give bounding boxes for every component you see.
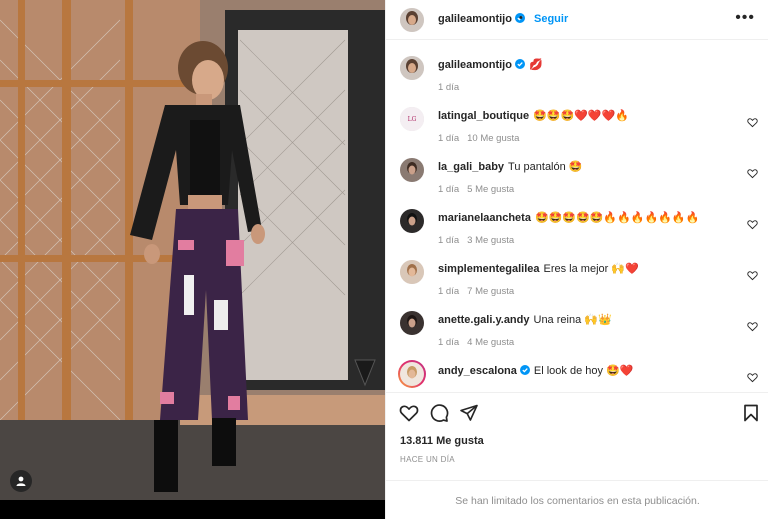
comment-username[interactable]: marianelaancheta [438,212,531,224]
caption-body: 💋 [528,59,543,71]
comment-text: simplementegalilea Eres la mejor 🙌❤️ [438,263,738,276]
post-header: galileamontijo • Seguir ••• [386,0,768,40]
comment-username[interactable]: simplementegalilea [438,263,540,275]
like-comment-heart-icon[interactable] [747,219,758,230]
post-details-panel: galileamontijo • Seguir ••• galileamonti… [385,0,768,519]
comment-likes[interactable]: 4 Me gusta [467,337,514,348]
comment-text: latingal_boutique 🤩🤩🤩❤️❤️❤️🔥 [438,110,738,123]
comment-item: andy_escalona El look de hoy 🤩❤️ [398,360,760,391]
comment-body: Una reina 🙌👑 [533,314,612,326]
comment-item: LG latingal_boutique 🤩🤩🤩❤️❤️❤️🔥 1 día 10 M… [400,107,760,155]
comment-time[interactable]: 1 día [438,184,459,195]
commenter-avatar[interactable] [400,260,424,284]
commenter-avatar[interactable] [400,311,424,335]
share-send-icon[interactable] [459,403,479,423]
comment-time[interactable]: 1 día [438,133,459,144]
comment-body: El look de hoy 🤩❤️ [533,365,634,377]
like-comment-heart-icon[interactable] [747,321,758,332]
verified-badge-icon [514,59,525,69]
comments-list[interactable]: galileamontijo 💋 1 día LG latingal_boutiq… [386,41,768,391]
svg-text:LG: LG [408,116,417,123]
save-bookmark-icon[interactable] [741,403,761,423]
comment-likes[interactable]: 10 Me gusta [467,133,519,144]
user-icon [16,476,26,486]
comment-body: Tu pantalón 🤩 [508,161,583,173]
likes-count[interactable]: 13.811 Me gusta [400,435,484,447]
post-actions: 13.811 Me gusta HACE UN DÍA [386,392,768,482]
comment-bubble-icon[interactable] [429,403,449,423]
comments-limited-notice: Se han limitado los comentarios en esta … [386,480,768,519]
comment-body: Eres la mejor 🙌❤️ [543,263,639,275]
comment-time[interactable]: 1 día [438,235,459,246]
author-username[interactable]: galileamontijo [438,13,525,25]
post-photo[interactable] [0,0,385,519]
comment-meta: 1 día 5 Me gusta [438,184,514,195]
comment-meta: 1 día 7 Me gusta [438,286,514,297]
like-comment-heart-icon[interactable] [747,168,758,179]
comment-likes[interactable]: 5 Me gusta [467,184,514,195]
follow-button[interactable]: Seguir [534,13,568,25]
verified-badge-icon [519,365,530,375]
comment-text: andy_escalona El look de hoy 🤩❤️ [438,365,738,378]
comment-item: marianelaancheta 🤩🤩🤩🤩🤩🔥🔥🔥🔥🔥🔥🔥 1 día 3 Me g… [400,209,760,257]
comment-likes[interactable]: 3 Me gusta [467,235,514,246]
commenter-avatar[interactable]: LG [400,107,424,131]
comment-text: la_gali_baby Tu pantalón 🤩 [438,161,738,174]
comment-text: anette.gali.y.andy Una reina 🙌👑 [438,314,738,327]
like-comment-heart-icon[interactable] [747,372,758,383]
separator-dot: • [519,12,523,24]
comment-time[interactable]: 1 día [438,286,459,297]
like-heart-icon[interactable] [399,403,419,423]
comment-meta: 1 día 4 Me gusta [438,337,514,348]
commenter-avatar[interactable] [400,209,424,233]
comment-item: simplementegalilea Eres la mejor 🙌❤️ 1 dí… [400,260,760,308]
commenter-avatar-story-ring[interactable] [398,360,426,388]
comment-item: la_gali_baby Tu pantalón 🤩 1 día 5 Me gust… [400,158,760,206]
comment-likes[interactable]: 7 Me gusta [467,286,514,297]
caption-meta: 1 día [438,82,459,93]
commenter-avatar[interactable] [400,158,424,182]
like-comment-heart-icon[interactable] [747,117,758,128]
author-avatar[interactable] [400,8,424,32]
comment-body: 🤩🤩🤩❤️❤️❤️🔥 [533,110,629,122]
caption-text: galileamontijo 💋 [438,59,738,72]
post-image [0,0,385,500]
comment-body: 🤩🤩🤩🤩🤩🔥🔥🔥🔥🔥🔥🔥 [534,212,700,224]
comment-meta: 1 día 10 Me gusta [438,133,519,144]
comment-username[interactable]: anette.gali.y.andy [438,314,530,326]
author-avatar[interactable] [400,56,424,80]
comment-time[interactable]: 1 día [438,337,459,348]
post-time-ago[interactable]: HACE UN DÍA [400,455,455,464]
caption-time[interactable]: 1 día [438,82,459,93]
caption: galileamontijo 💋 1 día [400,56,760,104]
comment-username[interactable]: andy_escalona [438,365,517,377]
comment-text: marianelaancheta 🤩🤩🤩🤩🤩🔥🔥🔥🔥🔥🔥🔥 [438,212,738,225]
comment-meta: 1 día 3 Me gusta [438,235,514,246]
tagged-users-button[interactable] [10,470,32,492]
comment-item: anette.gali.y.andy Una reina 🙌👑 1 día 4 Me… [400,311,760,359]
comment-username[interactable]: la_gali_baby [438,161,504,173]
comment-username[interactable]: latingal_boutique [438,110,529,122]
caption-username[interactable]: galileamontijo [438,59,512,71]
more-options-icon[interactable]: ••• [735,9,755,27]
like-comment-heart-icon[interactable] [747,270,758,281]
